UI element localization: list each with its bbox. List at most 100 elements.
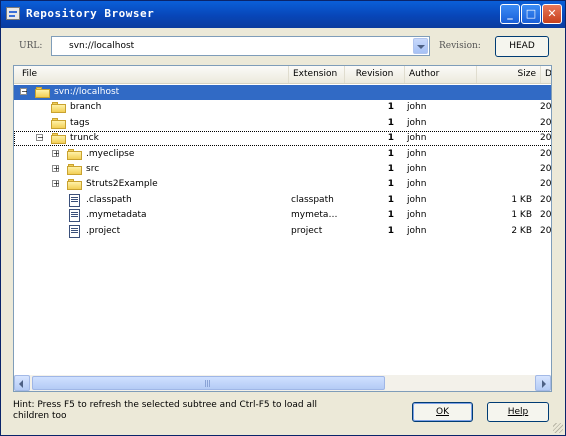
file-name-cell: .classpath — [86, 194, 132, 205]
close-button[interactable]: ✕ — [542, 4, 562, 24]
author-cell — [407, 86, 467, 99]
file-name-cell: trunck — [70, 133, 99, 144]
revision-cell: 1 — [387, 164, 394, 174]
revision-cell: 1 — [387, 194, 394, 205]
folder-icon — [67, 148, 82, 160]
extension-cell: mymeta… — [291, 210, 338, 221]
revision-cell: 1 — [387, 133, 394, 144]
size-cell: 2 KB — [511, 225, 532, 236]
scroll-right-icon[interactable] — [535, 375, 551, 391]
url-value[interactable]: svn://localhost — [69, 41, 134, 51]
date-cell — [540, 86, 551, 99]
file-name-cell: .project — [86, 225, 121, 236]
extension-cell — [291, 178, 343, 191]
column-header-row: File Extension Revision Author Size Da — [14, 66, 551, 84]
expand-icon[interactable]: + — [52, 149, 60, 157]
tree-row[interactable]: + .myeclipse 1 john 20 — [14, 147, 552, 162]
app-icon — [6, 7, 20, 20]
extension-cell — [291, 132, 343, 145]
collapse-icon[interactable]: − — [36, 134, 44, 142]
tree-row[interactable]: .mymetadata mymeta… 1 john 1 KB 20 — [14, 208, 552, 223]
folder-icon — [51, 133, 66, 145]
file-icon — [69, 209, 80, 223]
ok-button[interactable]: OK — [412, 402, 473, 422]
window-title: Repository Browser — [26, 7, 155, 20]
size-cell — [476, 148, 532, 161]
revision-cell: 1 — [387, 179, 394, 190]
revision-cell: 1 — [387, 210, 394, 221]
tree-row[interactable]: branch 1 john 20 — [14, 100, 552, 115]
file-name-cell: tags — [70, 117, 90, 128]
author-cell: john — [407, 164, 427, 174]
maximize-button[interactable]: □ — [521, 4, 541, 24]
date-cell: 20 — [540, 225, 552, 236]
file-icon — [69, 224, 80, 238]
tree-row[interactable]: + src 1 john 20 — [14, 162, 552, 177]
tree-row[interactable]: .project project 1 john 2 KB 20 — [14, 224, 552, 239]
title-bar[interactable]: Repository Browser _ □ ✕ — [1, 1, 565, 28]
revision-cell: 1 — [387, 148, 394, 159]
tree-row[interactable]: .classpath classpath 1 john 1 KB 20 — [14, 193, 552, 208]
tree-row[interactable]: − trunck 1 john 20 — [14, 131, 552, 147]
scroll-thumb[interactable] — [32, 376, 385, 390]
column-header-revision[interactable]: Revision — [344, 66, 404, 83]
folder-icon — [35, 87, 50, 98]
scroll-left-icon[interactable] — [14, 375, 30, 391]
size-cell — [476, 163, 532, 176]
file-name-cell: Struts2Example — [86, 179, 158, 190]
folder-icon — [51, 117, 66, 129]
extension-cell — [291, 101, 343, 114]
size-cell: 1 KB — [511, 210, 532, 221]
url-label: URL: — [19, 41, 43, 51]
help-button-label: Help — [507, 407, 529, 417]
date-cell: 20 — [540, 179, 552, 190]
folder-icon — [67, 164, 82, 175]
date-cell: 20 — [540, 210, 552, 221]
extension-cell: project — [291, 225, 323, 236]
column-header-author[interactable]: Author — [404, 66, 476, 83]
folder-icon — [51, 102, 66, 114]
size-cell — [476, 117, 532, 130]
size-cell: 1 KB — [511, 194, 532, 205]
ok-button-label: OK — [436, 407, 449, 417]
date-cell: 20 — [540, 194, 552, 205]
column-header-date[interactable]: Da — [540, 66, 551, 83]
head-revision-button[interactable]: HEAD — [495, 36, 549, 57]
repository-tree-list[interactable]: File Extension Revision Author Size Da −… — [13, 65, 552, 392]
size-cell — [476, 132, 532, 145]
column-header-file[interactable]: File — [14, 66, 288, 83]
expand-icon[interactable]: + — [52, 180, 60, 188]
date-cell: 20 — [540, 164, 552, 174]
resize-grip[interactable] — [553, 423, 563, 433]
author-cell: john — [407, 117, 427, 128]
file-name-cell: src — [86, 164, 100, 174]
revision-cell — [344, 86, 394, 99]
repository-browser-window: Repository Browser _ □ ✕ URL: svn://loca… — [0, 0, 566, 436]
collapse-icon[interactable]: − — [20, 88, 28, 96]
minimize-button[interactable]: _ — [500, 4, 520, 24]
chevron-down-icon[interactable] — [413, 38, 428, 54]
file-name-cell: .myeclipse — [86, 148, 135, 159]
horizontal-scrollbar[interactable] — [14, 375, 551, 391]
url-combobox[interactable]: svn://localhost — [51, 36, 430, 56]
file-icon — [69, 193, 80, 207]
column-header-size[interactable]: Size — [476, 66, 540, 83]
date-cell: 20 — [540, 102, 552, 113]
revision-label: Revision: — [439, 41, 481, 51]
file-name-cell: .mymetadata — [86, 210, 147, 221]
author-cell: john — [407, 133, 427, 144]
column-header-extension[interactable]: Extension — [288, 66, 344, 83]
extension-cell — [291, 163, 343, 176]
file-name-cell: branch — [70, 102, 102, 113]
size-cell — [476, 178, 532, 191]
date-cell: 20 — [540, 133, 552, 144]
size-cell — [476, 86, 532, 99]
author-cell: john — [407, 179, 427, 190]
date-cell: 20 — [540, 148, 552, 159]
expand-icon[interactable]: + — [52, 165, 60, 173]
date-cell: 20 — [540, 117, 552, 128]
tree-row[interactable]: + Struts2Example 1 john 20 — [14, 177, 552, 192]
tree-row[interactable]: − svn://localhost — [14, 85, 551, 100]
tree-row[interactable]: tags 1 john 20 — [14, 116, 552, 131]
help-button[interactable]: Help — [487, 402, 549, 422]
